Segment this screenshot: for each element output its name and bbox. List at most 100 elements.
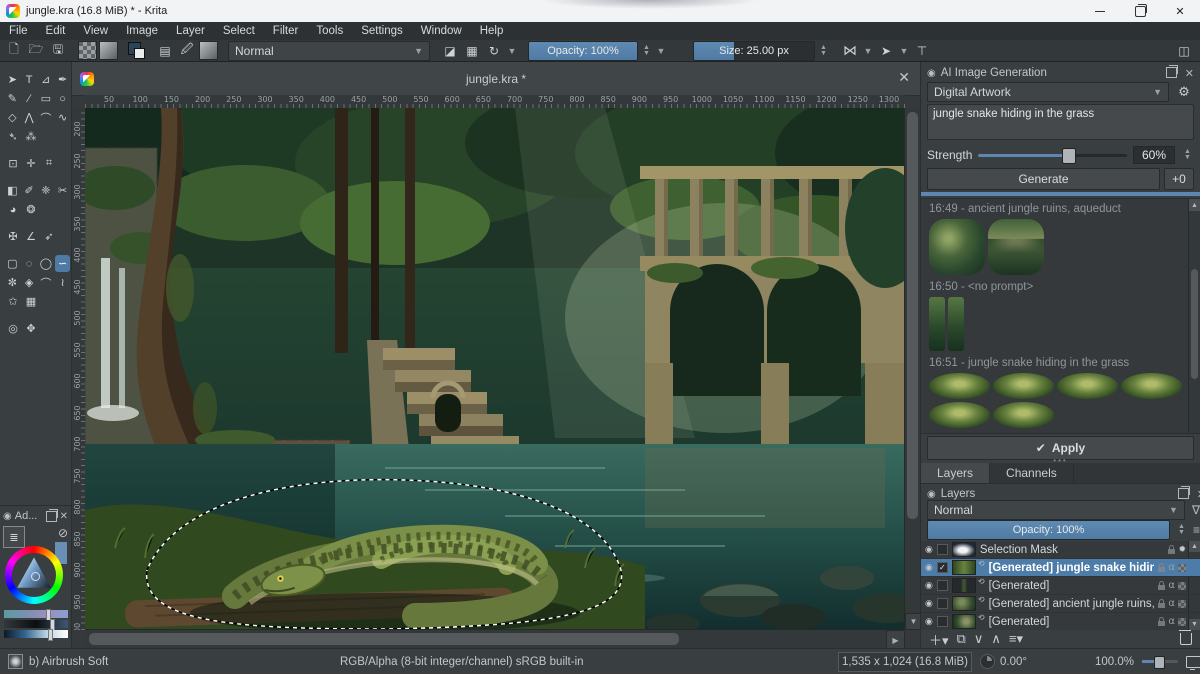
layer-checkbox[interactable] [937, 598, 948, 609]
layer-visible-icon[interactable]: ◉ [925, 598, 933, 609]
layer-name[interactable]: [Generated] jungle snake hiding i... [989, 562, 1155, 574]
move-layer-down-button[interactable]: ∨ [974, 631, 984, 647]
layer-checkbox[interactable] [937, 544, 948, 555]
generate-button[interactable]: Generate [927, 168, 1160, 190]
layer-name[interactable]: Selection Mask [980, 544, 1165, 556]
generated-thumbnail-jungle-strip[interactable] [929, 297, 945, 351]
color-sampler-tool[interactable]: ✐ [22, 182, 37, 199]
text-tool[interactable]: T [22, 71, 37, 88]
layer-name[interactable]: [Generated] [989, 616, 1155, 628]
rotation-dial-icon[interactable] [980, 654, 995, 669]
history-scroll-thumb[interactable] [1191, 269, 1198, 379]
add-layer-button[interactable]: ＋▾ [929, 630, 949, 649]
layer-lock-icon[interactable] [1158, 603, 1165, 608]
layer-lock-icon[interactable] [1168, 549, 1175, 554]
gradient-tool[interactable]: ◧ [5, 182, 20, 199]
layer-thumbnail[interactable] [952, 560, 976, 575]
menu-edit[interactable]: Edit [37, 22, 75, 40]
menu-view[interactable]: View [74, 22, 117, 40]
strength-value[interactable]: 60% [1133, 146, 1175, 164]
zoom-slider[interactable] [1142, 660, 1178, 663]
close-document-icon[interactable]: ✕ [898, 69, 910, 86]
multibrush-tool[interactable]: ⁂ [23, 128, 39, 145]
close-docker-icon[interactable]: ✕ [1185, 67, 1194, 80]
strength-spinner[interactable]: ▲▼ [1181, 146, 1194, 164]
workspace-chooser-icon[interactable]: ◫ [1174, 42, 1194, 60]
alpha-lock-icon[interactable]: α [1168, 598, 1175, 609]
layer-row[interactable]: ◉⟲[Generated] ancient jungle ruins, aqu.… [921, 595, 1200, 613]
bezier-curve-tool[interactable]: ⌒ [39, 109, 54, 126]
maximize-button[interactable] [1120, 0, 1160, 22]
layer-checkbox[interactable] [937, 580, 948, 591]
local-selection-icon[interactable]: ✹ [1178, 544, 1186, 555]
generated-thumbnail-snake-oval[interactable] [993, 402, 1054, 428]
bezier-select-tool[interactable]: ⌒ [39, 274, 54, 291]
scroll-right-icon[interactable]: ▶ [886, 630, 905, 650]
freehand-select-tool[interactable]: ∽ [55, 255, 70, 272]
layer-thumbnail[interactable] [952, 578, 976, 593]
transform-select-tool[interactable]: ➤ [5, 71, 20, 88]
color-selector-settings-button[interactable]: ≣ [3, 526, 25, 548]
blend-mode-combo[interactable]: Normal ▼ [228, 41, 430, 61]
generated-thumbnail-ruins-arch[interactable] [929, 219, 985, 275]
layer-options-icon[interactable]: ≡▾ [1193, 523, 1200, 537]
menu-select[interactable]: Select [214, 22, 264, 40]
lightness-strip[interactable] [4, 630, 68, 638]
enclose-fill-tool[interactable]: ❂ [23, 201, 39, 218]
canvas[interactable] [85, 108, 905, 630]
menu-file[interactable]: File [0, 22, 37, 40]
value-strip[interactable] [4, 620, 68, 628]
vertical-scrollbar[interactable]: ▼ [904, 108, 920, 630]
layer-lock-icon[interactable] [1158, 585, 1165, 590]
assistant-magnetic-tool[interactable]: ✩ [5, 293, 21, 310]
eraser-mode-icon[interactable]: ◪ [440, 42, 460, 60]
queue-button[interactable]: +0 [1164, 168, 1194, 190]
opacity-spinner[interactable]: ▲▼ [640, 42, 653, 60]
hue-strip[interactable] [4, 610, 68, 618]
inherit-alpha-icon[interactable] [1178, 600, 1186, 608]
image-size-info[interactable]: 1,535 x 1,024 (16.8 MiB) [838, 652, 972, 672]
layer-row[interactable]: ◉⟲[Generated]α [921, 613, 1200, 630]
settings-gear-icon[interactable]: ⚙ [1174, 84, 1194, 100]
tab-layers[interactable]: Layers [921, 463, 990, 483]
pattern-chooser[interactable] [78, 41, 97, 60]
layer-visible-icon[interactable]: ◉ [925, 562, 933, 573]
fit-to-screen-icon[interactable] [1186, 656, 1200, 668]
docker-lock-icon[interactable]: ◉ [3, 511, 12, 522]
gradient-chooser[interactable] [99, 41, 118, 60]
polygon-tool[interactable]: ◇ [5, 109, 20, 126]
fill-gradient-chooser[interactable] [199, 41, 218, 60]
edit-shapes-tool[interactable]: ⊿ [39, 71, 54, 88]
close-docker-icon[interactable]: ✕ [60, 511, 68, 522]
brush-preset-icon[interactable]: ▤ [155, 42, 175, 60]
layer-name[interactable]: [Generated] [989, 580, 1155, 592]
scroll-up-icon[interactable]: ▲ [1189, 199, 1200, 211]
new-document-icon[interactable]: 🗋 [4, 42, 24, 60]
calligraphy-tool[interactable]: ✒ [55, 71, 70, 88]
float-docker-icon[interactable] [46, 511, 57, 522]
pattern-tool[interactable]: ❈ [39, 182, 54, 199]
chevron-down-icon[interactable]: ▼ [506, 46, 518, 56]
menu-filter[interactable]: Filter [264, 22, 308, 40]
docker-lock-icon[interactable]: ◉ [927, 68, 936, 79]
zoom-tool[interactable]: ◎ [5, 320, 21, 337]
brush-editor-icon[interactable]: 🖉 [177, 42, 197, 60]
layer-opacity-spinner[interactable]: ▲▼ [1175, 521, 1188, 539]
alpha-lock-icon[interactable]: α [1168, 562, 1175, 573]
style-preset-combo[interactable]: Digital Artwork ▼ [927, 82, 1169, 102]
transform-tool[interactable]: ⊡ [5, 155, 21, 172]
freehand-brush-tool[interactable]: ✎ [5, 90, 20, 107]
chevron-down-icon[interactable]: ▼ [898, 46, 910, 56]
polygonal-select-tool[interactable]: ◯ [39, 255, 54, 272]
menu-tools[interactable]: Tools [307, 22, 352, 40]
prompt-input[interactable]: jungle snake hiding in the grass [927, 104, 1194, 140]
float-docker-icon[interactable] [1166, 67, 1177, 78]
minimize-button[interactable] [1080, 0, 1120, 22]
dynamic-brush-tool[interactable]: ➴ [5, 128, 21, 145]
layer-filter-icon[interactable]: ∇▾ [1192, 503, 1200, 517]
history-scrollbar[interactable]: ▲ [1188, 199, 1200, 433]
generated-thumbnail-ruins-aqueduct[interactable] [988, 219, 1044, 275]
generated-thumbnail-snake-oval[interactable] [1121, 373, 1182, 399]
layer-visible-icon[interactable]: ◉ [925, 580, 933, 591]
crop-tool[interactable]: ⌗ [41, 155, 57, 172]
